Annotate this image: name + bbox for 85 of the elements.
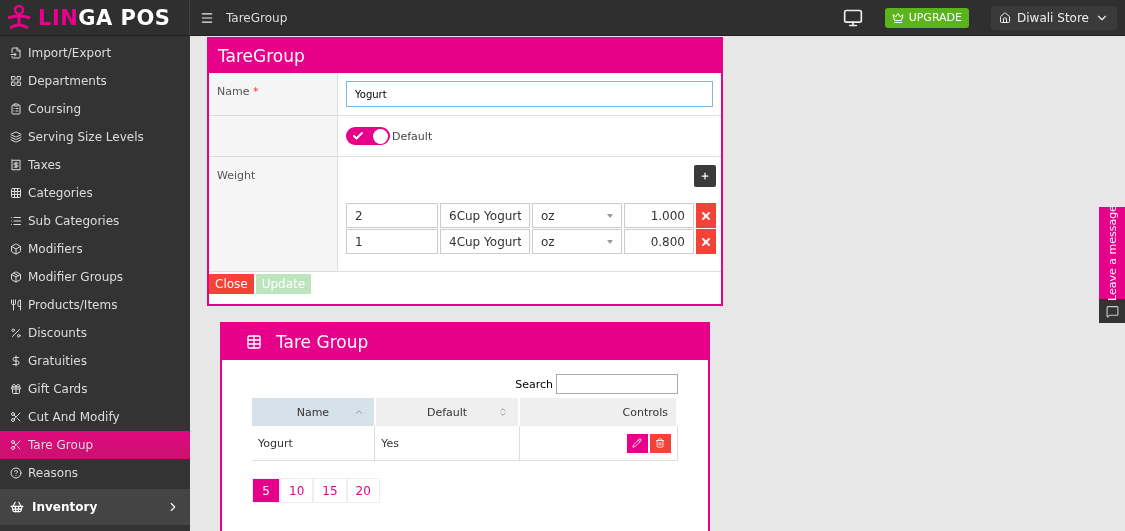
grid-icon [10, 75, 22, 87]
field-label: Name * [209, 73, 338, 115]
quantity-field[interactable]: 1 [346, 229, 438, 254]
logo-text: LINGA POS [38, 5, 171, 30]
pencil-icon [632, 438, 642, 448]
sidebar-item[interactable]: Sub Categories [0, 207, 190, 235]
sidebar-item[interactable]: Taxes [0, 151, 190, 179]
file-icon [10, 47, 22, 59]
remove-button[interactable] [696, 203, 716, 228]
remove-button[interactable] [696, 229, 716, 254]
sidebar-item[interactable]: Import/Export [0, 39, 190, 67]
column-header[interactable]: Default [374, 398, 520, 426]
package-icon [10, 271, 22, 283]
weight-field[interactable]: 1.000 [624, 203, 694, 228]
scissors-icon [10, 411, 22, 423]
percent-icon [10, 327, 22, 339]
close-icon [700, 209, 712, 222]
sidebar-item[interactable]: Cut And Modify [0, 403, 190, 431]
list-title: Tare Group [276, 332, 369, 352]
sidebar-item[interactable]: Gratuities [0, 347, 190, 375]
sidebar-item[interactable]: Departments [0, 67, 190, 95]
trash-icon [655, 438, 665, 448]
table-cell: Yogurt [252, 426, 375, 461]
utensils-icon [10, 299, 22, 311]
search-field[interactable] [556, 374, 678, 394]
default-toggle[interactable] [346, 127, 390, 145]
toggle-label: Default [392, 129, 433, 143]
layers-icon [10, 131, 22, 143]
page-title: TareGroup [226, 10, 289, 25]
question-icon [10, 467, 22, 479]
gift-icon [10, 383, 22, 395]
sidebar-item[interactable]: Modifier Groups [0, 263, 190, 291]
check-icon [352, 130, 364, 142]
sidebar-item[interactable]: Reasons [0, 459, 190, 487]
unit-dropdown[interactable]: oz [532, 229, 622, 254]
sidebar-item[interactable]: Products/Items [0, 291, 190, 319]
item-name-field[interactable]: 6Cup Yogurt [440, 203, 530, 228]
sidebar-item[interactable]: Tare Group [0, 431, 190, 459]
delete-button[interactable] [649, 433, 671, 453]
sidebar-item[interactable]: Discounts [0, 319, 190, 347]
scissors-icon [10, 439, 22, 451]
sort-up-icon [353, 407, 364, 417]
search-label: Search [515, 377, 553, 391]
column-header[interactable]: Name [252, 398, 375, 426]
add-button[interactable] [694, 165, 716, 187]
clipboard-icon [10, 103, 22, 115]
edit-button[interactable] [626, 433, 648, 453]
page-size-button[interactable]: 10 [280, 478, 314, 503]
receipt-icon [10, 159, 22, 171]
sidebar-section[interactable]: Inventory [0, 489, 190, 525]
sidebar-item[interactable]: Serving Size Levels [0, 123, 190, 151]
feedback-tab[interactable]: Leave a message [1099, 207, 1125, 299]
item-name-field[interactable]: 4Cup Yogurt [440, 229, 530, 254]
store-selector[interactable]: Diwali Store [991, 5, 1117, 30]
unit-dropdown[interactable]: oz [532, 203, 622, 228]
crown-icon [891, 11, 904, 24]
chat-icon[interactable] [1099, 299, 1125, 323]
box-icon [10, 243, 22, 255]
sort-icon [498, 407, 509, 417]
field-label: Weight [209, 157, 338, 271]
close-button[interactable]: Close [209, 274, 254, 294]
close-icon [700, 235, 712, 248]
monitor-icon[interactable] [842, 7, 863, 28]
basket-icon [10, 500, 24, 514]
home-icon [999, 11, 1012, 24]
page-size-button[interactable]: 15 [313, 478, 347, 503]
card-title: TareGroup [209, 39, 721, 73]
list-icon [10, 215, 22, 227]
dollar-icon [10, 355, 22, 367]
plus-icon [700, 170, 710, 182]
menu-icon[interactable] [200, 10, 214, 25]
grid-icon [10, 187, 22, 199]
weight-field[interactable]: 0.800 [624, 229, 694, 254]
sidebar-item[interactable]: Coursing [0, 95, 190, 123]
quantity-field[interactable]: 2 [346, 203, 438, 228]
name-field[interactable]: Yogurt [346, 81, 713, 107]
section-label: Inventory [32, 500, 99, 514]
column-header: Controls [519, 398, 677, 426]
sidebar-item[interactable]: Gift Cards [0, 375, 190, 403]
page-size-button[interactable]: 20 [346, 478, 380, 503]
sidebar-item[interactable]: Modifiers [0, 235, 190, 263]
table-icon [246, 334, 262, 350]
page-size-button[interactable]: 5 [252, 478, 280, 503]
sidebar-item[interactable]: Categories [0, 179, 190, 207]
table-cell: Yes [374, 426, 520, 461]
